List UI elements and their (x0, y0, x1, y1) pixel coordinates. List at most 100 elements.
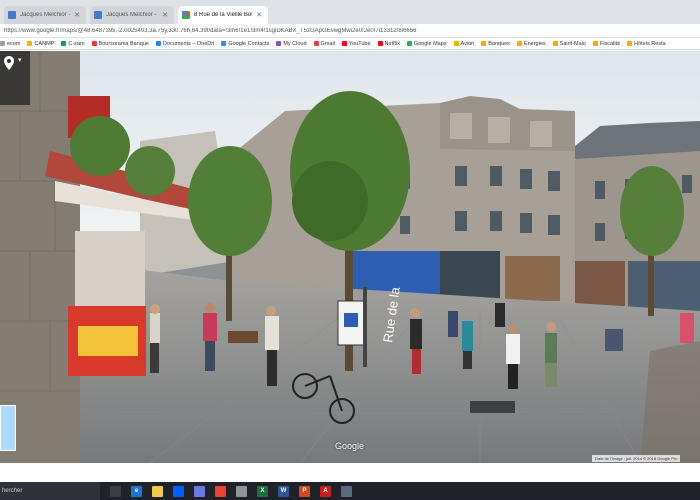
bookmark-label: Google Contacts (228, 40, 270, 47)
tab-label: Jacques Melchior - Mer (20, 12, 70, 18)
bookmark-icon (276, 41, 282, 46)
powerpoint-icon[interactable]: P (299, 485, 310, 497)
bookmark-item[interactable]: YouTube (341, 40, 371, 47)
bookmark-label: Boursorama Banque (98, 40, 149, 47)
chrome-icon[interactable] (215, 485, 226, 497)
bookmark-item[interactable]: Google Maps (406, 40, 447, 47)
app-icon[interactable] (341, 485, 352, 497)
bookmark-item[interactable]: Fiscalité (592, 40, 621, 47)
maps-favicon-icon (182, 11, 190, 19)
bookmark-label: Documents – OneDri (162, 40, 215, 47)
bookmark-item[interactable]: CANMP (27, 41, 54, 47)
shop-front (575, 261, 625, 306)
shop-front (628, 261, 700, 311)
image-date-attribution: Date de l'image : juil. 2014 © 2018 Goog… (592, 455, 681, 462)
shop-front (440, 251, 500, 301)
bookmark-item[interactable]: Documents – OneDri (155, 40, 215, 47)
tab-label: Jacques Melchior - Alem (106, 12, 158, 18)
close-icon[interactable]: ✕ (162, 11, 168, 19)
sign-pole (363, 287, 367, 367)
bookmark-icon (27, 41, 33, 46)
bookmark-label: YouTube (348, 40, 371, 47)
acrobat-icon[interactable]: A (320, 485, 331, 497)
word-icon[interactable]: W (278, 485, 289, 497)
bookmark-item[interactable]: Banques (481, 41, 510, 47)
bookmark-item[interactable]: Gmail (313, 40, 335, 47)
google-logo: Google (335, 441, 365, 451)
bookmark-label: Fiscalité (599, 40, 621, 47)
bookmark-icon (627, 41, 633, 46)
bookmark-item[interactable]: My Cloud (276, 40, 307, 47)
tab-label: 8 Rue de la Vieille Bouc (194, 12, 253, 18)
task-view-icon[interactable] (110, 485, 121, 497)
bookmark-icon (453, 41, 459, 46)
bookmark-label: Banques (488, 40, 510, 47)
bookmark-label: C-zam (68, 40, 85, 47)
taskbar-search-box[interactable]: hercher (0, 482, 100, 500)
minimap[interactable] (0, 405, 16, 451)
bookmark-item[interactable]: Boursorama Banque (91, 40, 149, 47)
dormer (450, 113, 472, 139)
chevron-down-icon[interactable]: ▾ (18, 56, 22, 64)
photos-icon[interactable] (194, 485, 205, 497)
bookmark-icon (0, 41, 5, 46)
bookmark-label: Energies (523, 40, 546, 47)
bookmark-item[interactable]: Avion (453, 40, 475, 47)
close-icon[interactable]: ✕ (256, 11, 262, 19)
url-input[interactable] (4, 25, 694, 37)
shop-front (505, 256, 560, 301)
edge-icon[interactable]: e (131, 485, 142, 497)
address-bar (0, 24, 700, 38)
tab-favicon-icon (8, 11, 16, 19)
bookmark-label: Netflix (384, 40, 400, 47)
street-view-image[interactable]: Rue de la (0, 51, 700, 463)
dormer (530, 121, 552, 147)
search-placeholder: hercher (2, 488, 23, 494)
street-view-address-panel[interactable]: ▾ (0, 51, 30, 105)
tab-1[interactable]: Jacques Melchior - Mer ✕ (4, 6, 86, 24)
bookmark-item[interactable]: C-zam (61, 40, 85, 47)
bookmark-icon (155, 41, 161, 46)
taskbar: hercher e XWPA (0, 482, 700, 500)
bookmark-item[interactable]: Hôtels Resta (627, 41, 666, 47)
parking-sign (344, 313, 358, 327)
bookmark-label: My Cloud (283, 40, 307, 47)
bookmark-item[interactable]: Netflix (377, 40, 400, 47)
bookmark-item[interactable]: Energies (516, 40, 546, 47)
excel-icon[interactable]: X (257, 485, 268, 497)
location-pin-icon[interactable] (4, 56, 14, 70)
tab-3[interactable]: 8 Rue de la Vieille Bouc ✕ (178, 6, 268, 24)
tab-strip: Jacques Melchior - Mer ✕ Jacques Melchio… (0, 0, 700, 24)
calculator-icon[interactable] (236, 485, 247, 497)
bookmarks-bar: ecom CANMP C-zam Boursorama Banque Documents… (0, 38, 700, 50)
bookmark-icon (481, 41, 487, 46)
bookmark-icon (552, 41, 558, 46)
bookmark-label: ecom (7, 40, 21, 47)
bench (228, 331, 258, 343)
bookmark-item[interactable]: ecom (0, 41, 20, 47)
drain-grate (470, 401, 515, 413)
bookmark-icon (313, 41, 319, 46)
tab-favicon-icon (94, 11, 102, 19)
bookmark-icon (516, 41, 522, 46)
bookmark-icon (91, 41, 97, 46)
bookmark-icon (377, 41, 383, 46)
dropbox-icon[interactable] (173, 485, 184, 497)
bookmark-label: Google Maps (413, 40, 447, 47)
bookmark-item[interactable]: Google Contacts (221, 41, 269, 47)
bookmark-icon (341, 41, 347, 46)
bookmark-label: Avion (460, 40, 475, 47)
ice-cream-poster (78, 326, 138, 356)
close-icon[interactable]: ✕ (74, 11, 80, 19)
bookmark-label: Saint-Malo (559, 40, 586, 47)
bookmark-label: Gmail (320, 40, 335, 47)
tab-2[interactable]: Jacques Melchior - Alem ✕ (90, 6, 174, 24)
bookmark-label: Hôtels Resta (634, 40, 666, 47)
street-view[interactable]: Rue de la ▾ Google Date de l'image : jui… (0, 51, 700, 463)
bookmark-item[interactable]: Saint-Malo (552, 40, 586, 47)
file-explorer-icon[interactable] (152, 485, 163, 497)
bookmark-icon (592, 41, 598, 46)
bookmark-icon (406, 41, 412, 46)
page-bottom (0, 463, 700, 482)
bookmark-icon (221, 41, 227, 46)
